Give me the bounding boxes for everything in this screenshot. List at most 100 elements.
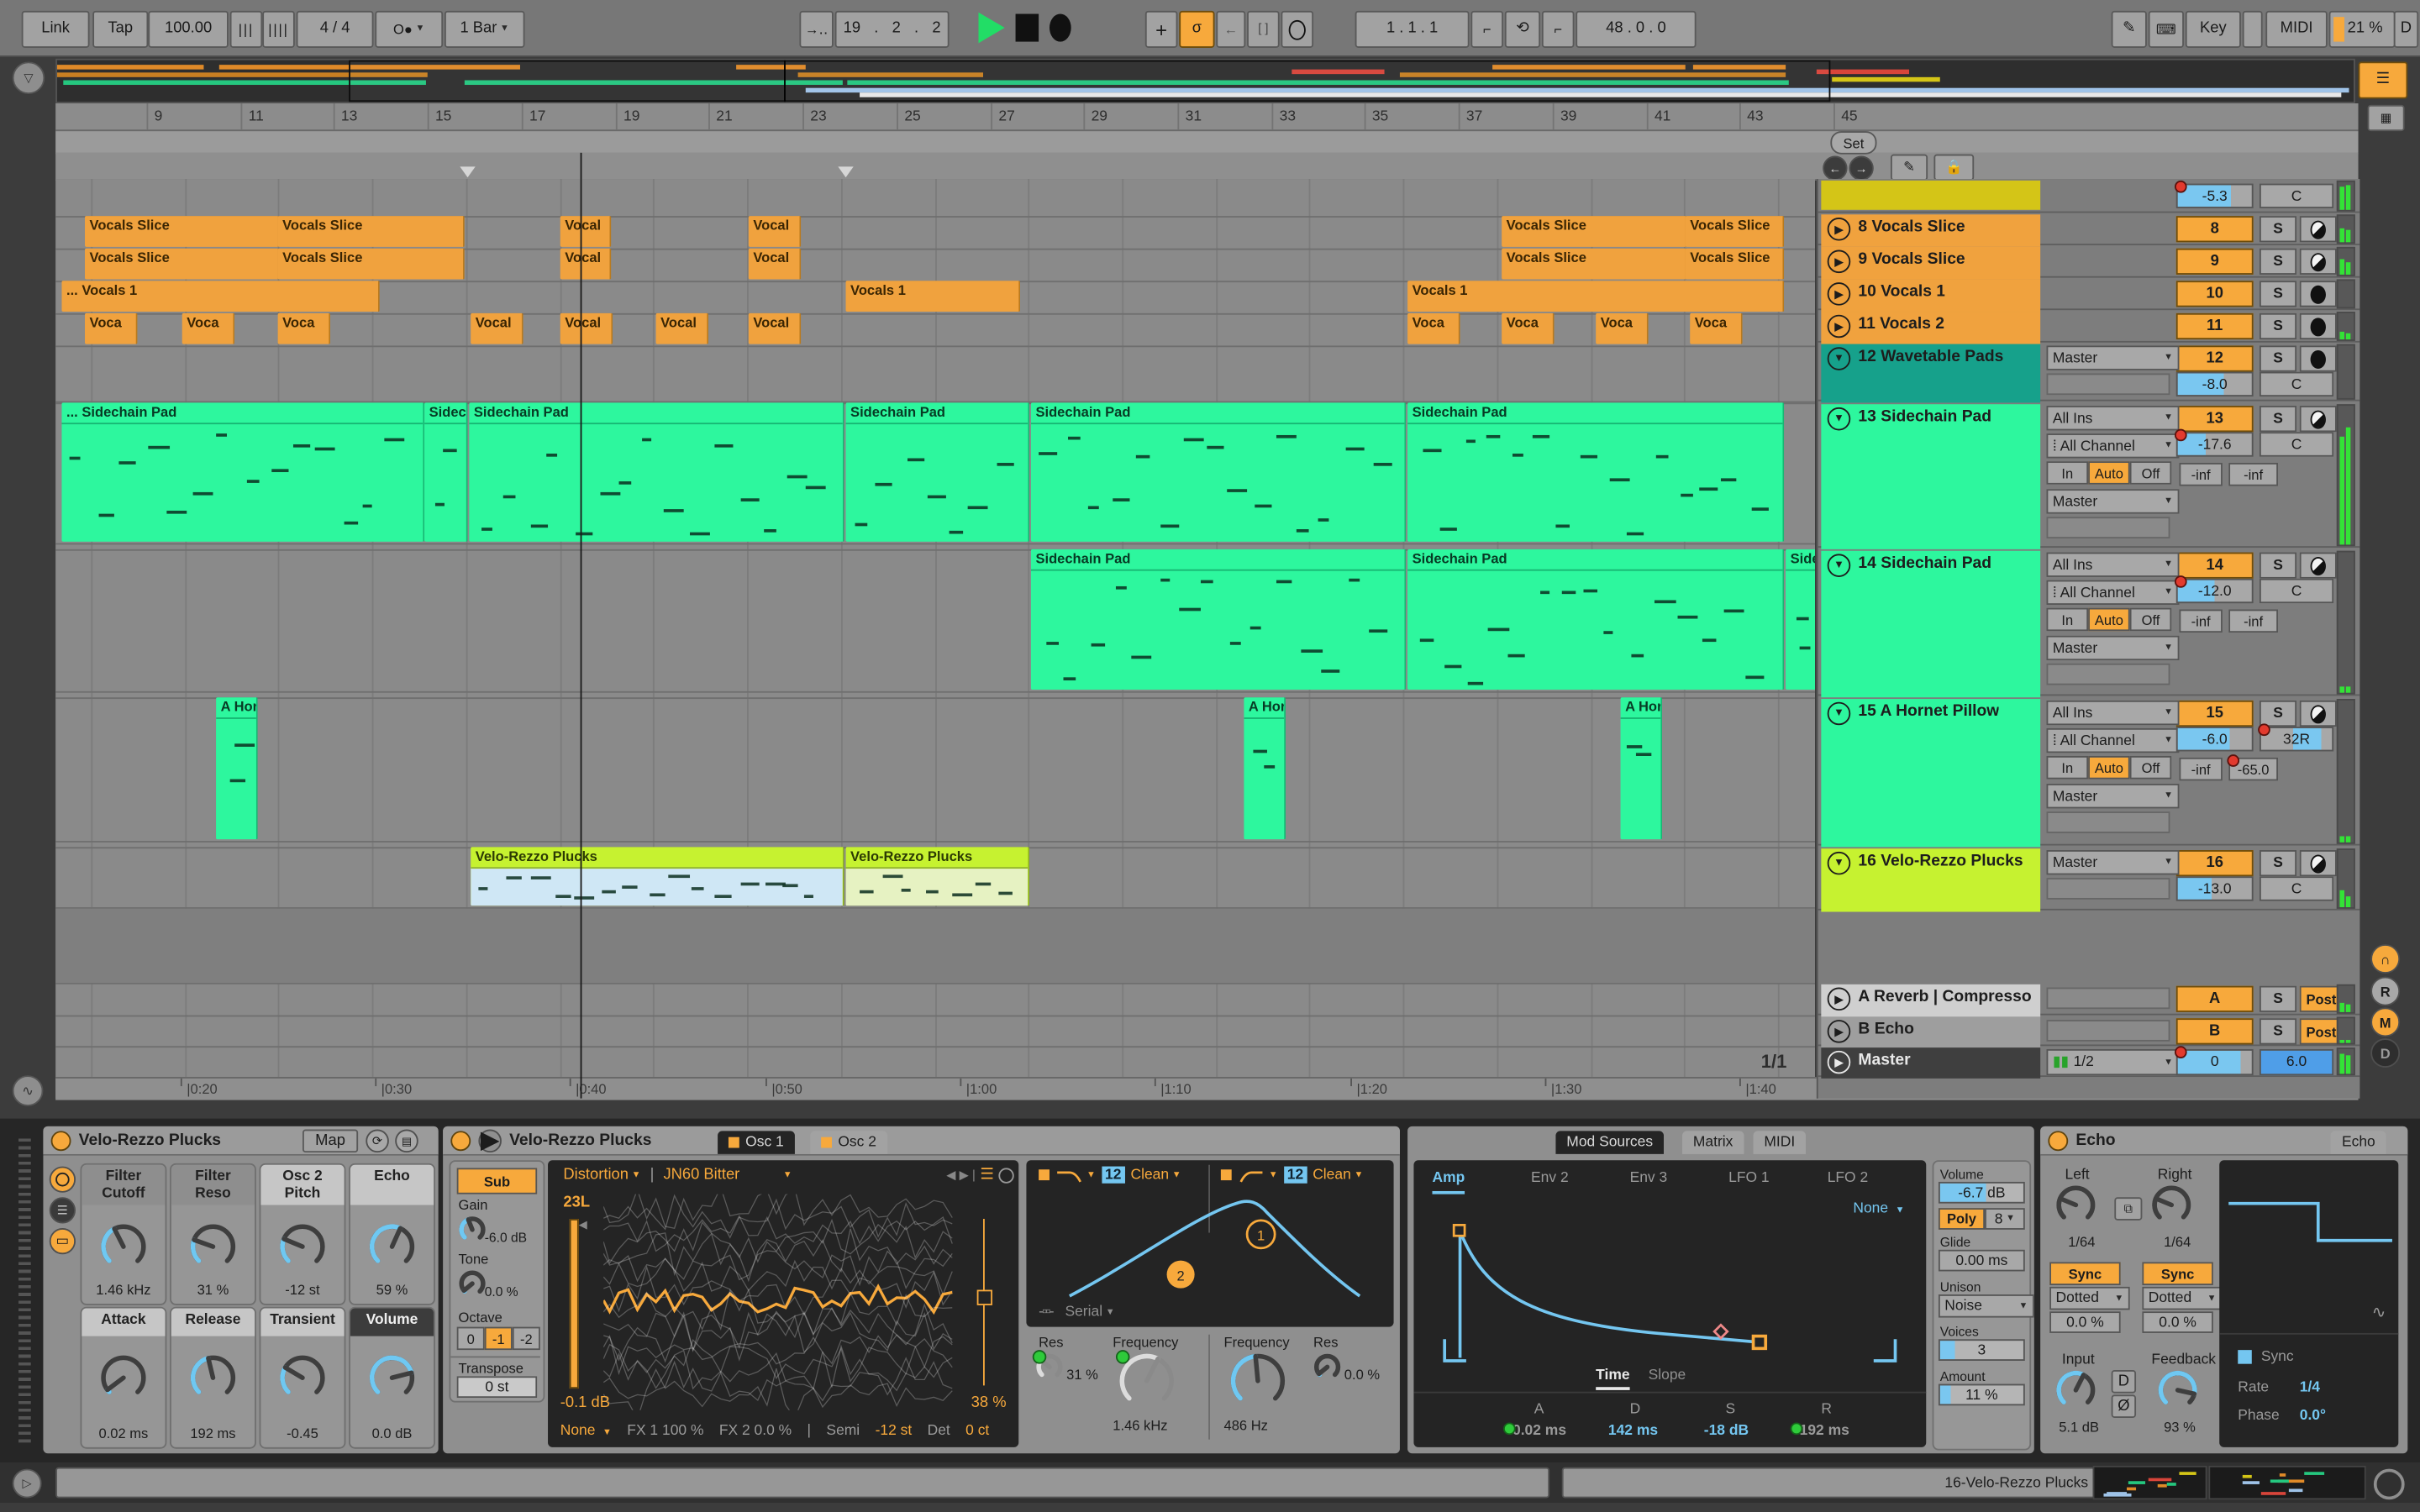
arrangement-position-field[interactable]: 19. 2. 2: [834, 10, 950, 48]
solo-button[interactable]: S: [2259, 281, 2297, 307]
mod-tab-1[interactable]: Matrix: [1682, 1131, 1744, 1154]
wavetable-visualizer[interactable]: [603, 1194, 958, 1410]
monitor-auto-button[interactable]: Auto: [2088, 461, 2130, 485]
tab-time[interactable]: Time: [1596, 1367, 1630, 1390]
amp-envelope-display[interactable]: [1423, 1219, 1917, 1367]
draw-mode-button[interactable]: ✎: [2111, 10, 2147, 48]
hot-swap-button[interactable]: ⟳: [366, 1129, 389, 1153]
arm-button[interactable]: [2299, 700, 2337, 727]
arrangement-clip[interactable]: Voca: [1502, 312, 1555, 344]
solo-button[interactable]: S: [2259, 248, 2297, 275]
track-name[interactable]: ▼ 15 A Hornet Pillow: [1821, 699, 2041, 848]
echo-tab[interactable]: Echo: [2331, 1131, 2386, 1154]
track-number[interactable]: 11: [2175, 312, 2254, 340]
arrangement-clip[interactable]: Vocals Slice: [277, 248, 465, 280]
track-header[interactable]: ▼ 13 Sidechain Pad 13 S All Ins ▼ ⁞ All Channe…: [1818, 402, 2360, 549]
input-routing-menu[interactable]: All Ins ▼: [2046, 406, 2180, 431]
send-b-field[interactable]: -inf: [2228, 609, 2279, 633]
mod-tab-2[interactable]: MIDI: [1753, 1131, 1807, 1154]
record-rail-button[interactable]: R: [2370, 976, 2401, 1006]
arrangement-clip[interactable]: ... Vocals 1: [61, 281, 380, 312]
track-name[interactable]: ▶ 8 Vocals Slice: [1821, 214, 2041, 247]
midi-overdub-button[interactable]: +: [1144, 10, 1178, 48]
env-tab-amp[interactable]: Amp: [1432, 1169, 1465, 1194]
input-routing-menu[interactable]: All Ins ▼: [2046, 552, 2180, 577]
transpose-field[interactable]: 0 st: [456, 1376, 538, 1399]
macro-cell[interactable]: Attack 0.02 ms: [80, 1306, 167, 1449]
octave-option--1[interactable]: -1: [484, 1326, 513, 1351]
monitor-off-button[interactable]: Off: [2129, 461, 2172, 485]
macro-knob[interactable]: [97, 1221, 150, 1273]
octave-option-0[interactable]: 0: [456, 1326, 485, 1351]
loop-brace-area[interactable]: [55, 152, 2359, 181]
macro-cell[interactable]: Echo 59 %: [349, 1163, 435, 1305]
macro-knob[interactable]: [276, 1221, 329, 1273]
output-routing-menu[interactable]: Master ▼: [2046, 850, 2180, 875]
env-tab-lfo2[interactable]: LFO 2: [1828, 1169, 1869, 1186]
wavetable-category-menu[interactable]: Distortion: [563, 1167, 629, 1184]
track-number[interactable]: 12: [2175, 345, 2254, 372]
monitor-in-button[interactable]: In: [2046, 755, 2089, 780]
macro-knob[interactable]: [366, 1352, 418, 1404]
show-macros-button[interactable]: [49, 1166, 76, 1193]
re-enable-automation-button[interactable]: ←: [1216, 10, 1246, 48]
save-preset-button[interactable]: ▤: [395, 1129, 418, 1153]
echo-link-button[interactable]: ⧉: [2114, 1197, 2143, 1221]
status-circle-button[interactable]: [2373, 1468, 2405, 1500]
volume-field[interactable]: -5.3: [2174, 180, 2254, 208]
filter1-res-knob[interactable]: [1032, 1350, 1066, 1383]
track-name[interactable]: ▼ 13 Sidechain Pad: [1821, 404, 2041, 549]
computer-midi-keyboard-button[interactable]: ⌨: [2148, 10, 2184, 48]
unfold-track-button[interactable]: ▶: [1827, 1020, 1851, 1043]
track-number[interactable]: 14: [2175, 552, 2254, 579]
osc-effect-mode-menu[interactable]: None ▼: [560, 1422, 612, 1439]
track-number[interactable]: 15: [2175, 700, 2254, 727]
stop-button[interactable]: [1015, 13, 1039, 42]
unfold-track-button[interactable]: ▶: [1827, 282, 1851, 306]
unfold-track-button[interactable]: ▼: [1827, 407, 1851, 431]
macro-knob[interactable]: [276, 1352, 329, 1404]
solo-button[interactable]: S: [2259, 552, 2297, 579]
overview-viewport[interactable]: [349, 60, 1831, 102]
arrangement-clip[interactable]: Voca: [1690, 312, 1743, 344]
echo-right-knob[interactable]: [2149, 1182, 2195, 1228]
arrangement-clip[interactable]: Vocals Slice: [1502, 248, 1687, 280]
arm-button[interactable]: [2299, 248, 2337, 275]
send-a-field[interactable]: -inf: [2179, 609, 2223, 633]
track-number[interactable]: 8: [2175, 216, 2254, 243]
filter2-slope[interactable]: 12: [1284, 1166, 1307, 1184]
arrangement-clip[interactable]: Vocals Slice: [277, 216, 465, 247]
amount-field[interactable]: 11 %: [1938, 1383, 2025, 1406]
output-routing-menu[interactable]: Master ▼: [2046, 784, 2180, 809]
arrangement-clip[interactable]: Velo-Rezzo Plucks: [845, 847, 1030, 906]
unfold-track-button[interactable]: ▶: [1827, 314, 1851, 339]
arrangement-clip[interactable]: Voca: [85, 312, 138, 344]
arrangement-clip[interactable]: Sidechain Pad: [1407, 402, 1785, 542]
arrangement-clip[interactable]: Vocals Slice: [1685, 248, 1785, 280]
monitor-off-button[interactable]: Off: [2129, 755, 2172, 780]
lowpass-icon[interactable]: [1055, 1167, 1083, 1182]
input-channel-menu[interactable]: ⁞ All Channel ▼: [2046, 580, 2180, 605]
octave-option--2[interactable]: -2: [512, 1326, 540, 1351]
track-name[interactable]: ▼ 14 Sidechain Pad: [1821, 550, 2041, 698]
wavetable-name-menu[interactable]: JN60 Bitter: [663, 1167, 739, 1184]
back-to-arrangement-button[interactable]: ▽: [12, 61, 45, 95]
filter2-on-button[interactable]: [1220, 1169, 1232, 1181]
monitor-auto-button[interactable]: Auto: [2088, 607, 2130, 632]
solo-button[interactable]: S: [2259, 700, 2297, 727]
adsr-value-R[interactable]: 192 ms: [1800, 1422, 1849, 1439]
track-number[interactable]: 16: [2175, 850, 2254, 877]
record-button[interactable]: [1049, 13, 1071, 42]
track-header[interactable]: ▶ 8 Vocals Slice 8 S: [1818, 213, 2360, 247]
track-header[interactable]: ▶ 9 Vocals Slice 9 S: [1818, 245, 2360, 280]
wavetable-view-mode-button[interactable]: ☰: [980, 1167, 993, 1184]
send-b-field[interactable]: -65.0: [2227, 754, 2279, 781]
track-name[interactable]: ▶ 11 Vocals 2: [1821, 312, 2041, 344]
pan-field[interactable]: C: [2259, 578, 2334, 604]
unfold-track-button[interactable]: ▼: [1827, 554, 1851, 577]
arrangement-clip[interactable]: Sidec: [424, 402, 468, 542]
echo-ducking-button[interactable]: D: [2111, 1370, 2137, 1394]
set-button[interactable]: Set: [1830, 131, 1877, 155]
arrangement-clip[interactable]: Vocals Slice: [85, 248, 280, 280]
track-name[interactable]: ▶ 10 Vocals 1: [1821, 279, 2041, 312]
